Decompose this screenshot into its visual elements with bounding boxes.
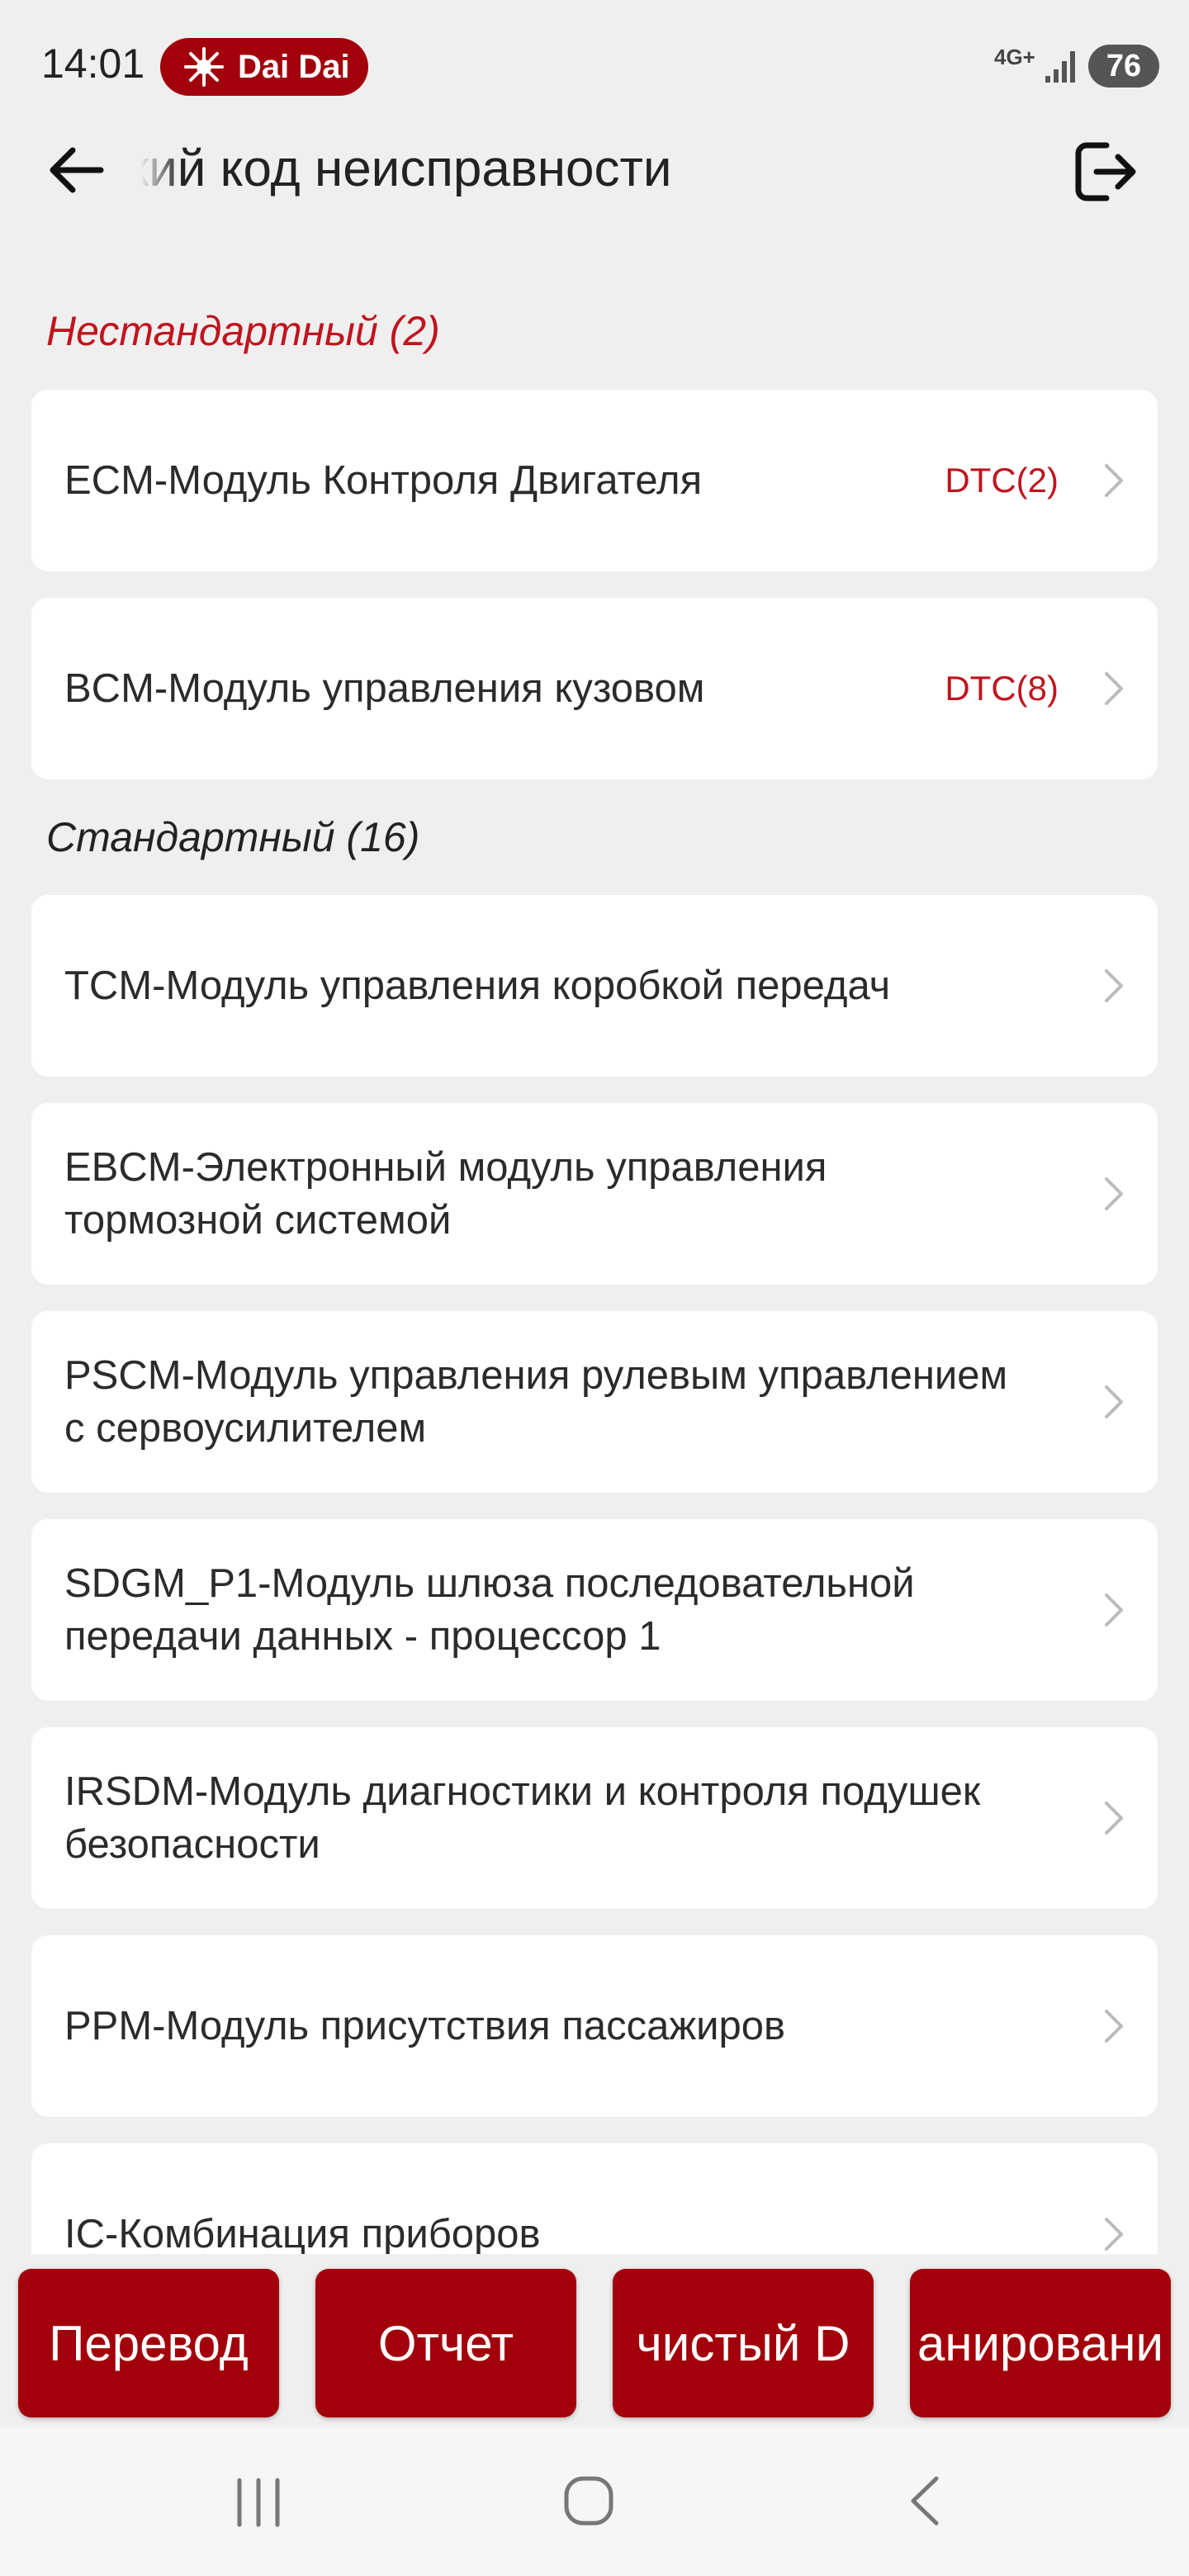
- module-item-tcm[interactable]: TCM-Модуль управления коробкой передач: [31, 895, 1158, 1077]
- module-item-ppm[interactable]: PPM-Модуль присутствия пассажиров: [31, 1935, 1158, 2117]
- chevron-right-icon: [1105, 464, 1123, 497]
- scan-button[interactable]: анировани: [910, 2269, 1171, 2417]
- module-label: PSCM-Модуль управления рулевым управлени…: [64, 1353, 1008, 1451]
- clear-dtc-button[interactable]: чистый D: [613, 2269, 874, 2417]
- page-title-text: ский код неисправности: [140, 140, 672, 197]
- notification-text: Dai Dai: [238, 48, 350, 85]
- module-label: ECM-Модуль Контроля Двигателя: [64, 458, 703, 503]
- back-nav-icon[interactable]: [897, 2472, 955, 2530]
- chevron-right-icon: [1105, 1593, 1123, 1627]
- chevron-right-icon: [1105, 2010, 1123, 2043]
- chevron-right-icon: [1105, 1177, 1123, 1210]
- spark-icon: [175, 38, 233, 96]
- arrow-left-icon[interactable]: [43, 137, 109, 203]
- report-button[interactable]: Отчет: [315, 2269, 576, 2417]
- status-time: 14:01: [41, 40, 145, 87]
- module-label: SDGM_P1-Модуль шлюза последовательной пе…: [64, 1561, 915, 1659]
- chevron-right-icon: [1105, 2218, 1123, 2251]
- battery-indicator: 76: [1088, 45, 1159, 88]
- module-label: BCM-Модуль управления кузовом: [64, 666, 705, 711]
- module-item-ecm[interactable]: ECM-Модуль Контроля Двигателя DTC(2): [31, 390, 1158, 571]
- home-icon[interactable]: [560, 2472, 618, 2530]
- module-item-sdgm[interactable]: SDGM_P1-Модуль шлюза последовательной пе…: [31, 1519, 1158, 1701]
- recent-apps-icon[interactable]: [230, 2474, 287, 2531]
- module-item-irsdm[interactable]: IRSDM-Модуль диагностики и контроля поду…: [31, 1727, 1158, 1909]
- app-header: ский код неисправности: [0, 116, 1189, 215]
- chevron-right-icon: [1105, 969, 1123, 1002]
- system-nav-bar: [0, 2427, 1189, 2576]
- chevron-right-icon: [1105, 1385, 1123, 1418]
- module-label: TCM-Модуль управления коробкой передач: [64, 964, 891, 1008]
- translate-button[interactable]: Перевод: [18, 2269, 279, 2417]
- notification-pill[interactable]: Dai Dai: [160, 38, 368, 96]
- module-label: PPM-Модуль присутствия пассажиров: [64, 2004, 786, 2048]
- module-label: IRSDM-Модуль диагностики и контроля поду…: [64, 1769, 981, 1867]
- action-bar: Перевод Отчет чистый D анировани: [0, 2254, 1189, 2427]
- dtc-count: DTC(2): [945, 461, 1059, 500]
- section-standard: Стандартный (16): [46, 814, 420, 860]
- chevron-right-icon: [1105, 672, 1123, 705]
- dtc-count: DTC(8): [945, 669, 1059, 708]
- signal-icon: [1042, 45, 1083, 90]
- module-item-pscm[interactable]: PSCM-Модуль управления рулевым управлени…: [31, 1311, 1158, 1493]
- chevron-right-icon: [1105, 1802, 1123, 1835]
- section-nonstandard: Нестандартный (2): [46, 308, 440, 354]
- module-item-ebcm[interactable]: EBCM-Электронный модуль управления тормо…: [31, 1103, 1158, 1285]
- logout-icon[interactable]: [1063, 132, 1143, 211]
- module-label: EBCM-Электронный модуль управления тормо…: [64, 1145, 827, 1243]
- module-item-bcm[interactable]: BCM-Модуль управления кузовом DTC(8): [31, 598, 1158, 779]
- page-title: ский код неисправности: [140, 132, 999, 206]
- network-label: 4G+: [994, 45, 1035, 69]
- status-bar: 14:01 Dai Dai 4G+ 76: [0, 0, 1189, 132]
